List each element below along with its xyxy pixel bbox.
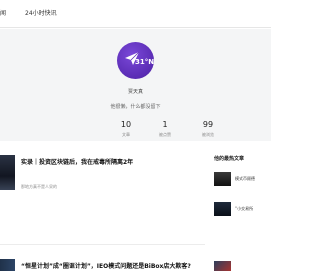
sidebar-heading: 他的最热文章	[214, 156, 245, 162]
nav-flash[interactable]: 24小时快讯	[25, 8, 57, 17]
article-thumbnail[interactable]	[0, 259, 15, 271]
user-name: 贾天真	[127, 89, 143, 95]
top-nav: 闻 24小时快讯	[0, 0, 271, 28]
hot-article-thumbnail[interactable]	[214, 202, 231, 216]
stat-label: 被点赞	[159, 132, 171, 137]
nav-news[interactable]: 闻	[0, 8, 6, 17]
article-thumbnail[interactable]	[0, 155, 15, 190]
stat-label: 文章	[122, 132, 130, 137]
stat-label: 被浏览	[202, 132, 214, 137]
stat-views: 99 被浏览	[188, 120, 228, 138]
article-title[interactable]: 实录｜投资区块链后，我在戒毒所隔离2年	[21, 157, 133, 166]
hot-article-title[interactable]: 模式币顾德	[235, 176, 255, 182]
hot-article-item[interactable]	[214, 261, 271, 271]
stat-value: 99	[202, 120, 214, 129]
stat-value: 1	[162, 120, 168, 129]
stat-articles: 10 文章	[106, 120, 146, 138]
hot-article-item[interactable]: “小交易所	[214, 202, 271, 217]
divider	[0, 244, 205, 245]
avatar: 31°N	[117, 42, 154, 79]
hot-article-item[interactable]: 模式币顾德	[214, 172, 271, 187]
hot-article-title[interactable]: “小交易所	[235, 206, 253, 212]
hot-article-thumbnail[interactable]	[214, 172, 231, 186]
article-summary: 那地方真不是人呆的	[21, 184, 57, 189]
stat-value: 10	[120, 120, 132, 129]
stat-likes: 1 被点赞	[145, 120, 185, 138]
hot-article-thumbnail[interactable]	[214, 261, 231, 271]
article-title[interactable]: “恒星计划”成“圈诓计划”，IEO模式问题还是BiBox店大欺客?	[21, 261, 191, 270]
user-bio: 他很懒，什么都没留下	[110, 104, 161, 110]
avatar-label: 31°N	[135, 58, 154, 66]
